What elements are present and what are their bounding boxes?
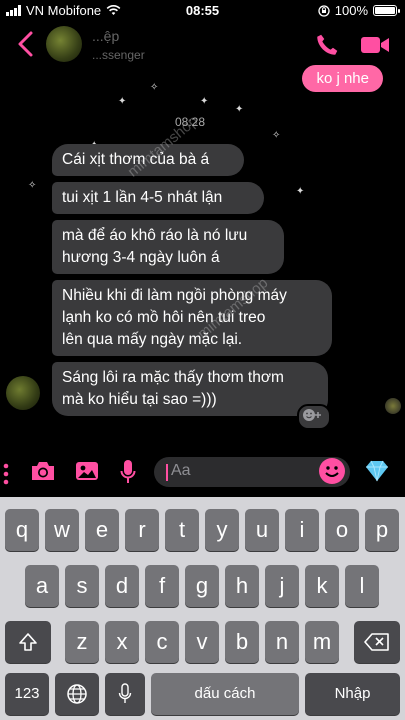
key-c[interactable]: c: [145, 621, 179, 663]
sparkle-icon: ✦: [200, 96, 209, 107]
keyboard: qwertyuiopasdfghjklzxcvbnm 123 dấu cách …: [0, 497, 405, 720]
numbers-key[interactable]: 123: [5, 673, 49, 715]
key-g[interactable]: g: [185, 565, 219, 607]
diamond-icon[interactable]: [364, 459, 390, 483]
key-a[interactable]: a: [25, 565, 59, 607]
camera-icon[interactable]: [30, 459, 56, 483]
message-input-placeholder: Aa: [171, 462, 191, 479]
back-chevron-icon[interactable]: [14, 30, 38, 58]
key-j[interactable]: j: [265, 565, 299, 607]
received-message-bubble[interactable]: Nhiều khi đi làm ngồi phòng máy lạnh ko …: [52, 280, 332, 356]
backspace-key[interactable]: [354, 621, 400, 663]
emoji-icon[interactable]: [318, 457, 346, 485]
emoji-add-icon: [303, 409, 321, 421]
sparkle-icon: ✧: [28, 180, 37, 191]
status-bar: VN Mobifone 08:55 100%: [0, 0, 405, 22]
contact-name[interactable]: ...ệp: [92, 28, 119, 44]
key-y[interactable]: y: [205, 509, 239, 551]
microphone-icon: [118, 683, 132, 703]
sparkle-icon: ✦: [235, 104, 244, 115]
key-b[interactable]: b: [225, 621, 259, 663]
phone-call-icon[interactable]: [314, 32, 340, 58]
add-reaction-button[interactable]: [297, 404, 331, 430]
photo-gallery-icon[interactable]: [74, 459, 100, 483]
backspace-icon: [364, 633, 389, 651]
battery-icon: [373, 5, 400, 16]
return-key[interactable]: Nhập: [305, 673, 400, 715]
key-f[interactable]: f: [145, 565, 179, 607]
key-w[interactable]: w: [45, 509, 79, 551]
key-k[interactable]: k: [305, 565, 339, 607]
key-o[interactable]: o: [325, 509, 359, 551]
shift-key[interactable]: [5, 621, 51, 663]
key-s[interactable]: s: [65, 565, 99, 607]
chat-header: ...ệp ...ssenger: [0, 22, 405, 68]
received-message-bubble[interactable]: Sáng lôi ra mặc thấy thơm thơm mà ko hiể…: [52, 362, 328, 416]
contact-avatar[interactable]: [46, 26, 82, 62]
seen-indicator-avatar: [385, 398, 401, 414]
key-h[interactable]: h: [225, 565, 259, 607]
microphone-icon[interactable]: [120, 459, 136, 485]
shift-arrow-icon: [19, 633, 37, 651]
sent-message-bubble[interactable]: ko j nhe: [302, 65, 383, 92]
key-v[interactable]: v: [185, 621, 219, 663]
received-message-bubble[interactable]: tui xịt 1 lần 4-5 nhát lận: [52, 182, 264, 214]
sparkle-icon: ✦: [296, 186, 305, 197]
sparkle-icon: ✧: [150, 82, 159, 93]
sparkle-icon: ✦: [118, 96, 127, 107]
message-composer: Aa: [0, 447, 405, 497]
contact-avatar-small: [6, 376, 40, 410]
key-m[interactable]: m: [305, 621, 339, 663]
key-t[interactable]: t: [165, 509, 199, 551]
key-x[interactable]: x: [105, 621, 139, 663]
key-i[interactable]: i: [285, 509, 319, 551]
globe-key[interactable]: [55, 673, 99, 715]
more-dots-icon[interactable]: [2, 463, 12, 485]
key-p[interactable]: p: [365, 509, 399, 551]
key-r[interactable]: r: [125, 509, 159, 551]
key-d[interactable]: d: [105, 565, 139, 607]
key-l[interactable]: l: [345, 565, 379, 607]
text-caret: [166, 464, 168, 481]
rotation-lock-icon: [318, 4, 330, 17]
dictation-key[interactable]: [105, 673, 145, 715]
battery-percent: 100%: [334, 3, 368, 18]
key-e[interactable]: e: [85, 509, 119, 551]
key-n[interactable]: n: [265, 621, 299, 663]
key-u[interactable]: u: [245, 509, 279, 551]
space-key[interactable]: dấu cách: [151, 673, 299, 715]
received-message-bubble[interactable]: mà để áo khô ráo là nó lưu hương 3-4 ngà…: [52, 220, 284, 274]
globe-icon: [67, 684, 87, 704]
key-z[interactable]: z: [65, 621, 99, 663]
sparkle-icon: ✧: [272, 130, 281, 141]
video-call-icon[interactable]: [360, 34, 390, 56]
contact-status: ...ssenger: [92, 48, 145, 62]
key-q[interactable]: q: [5, 509, 39, 551]
